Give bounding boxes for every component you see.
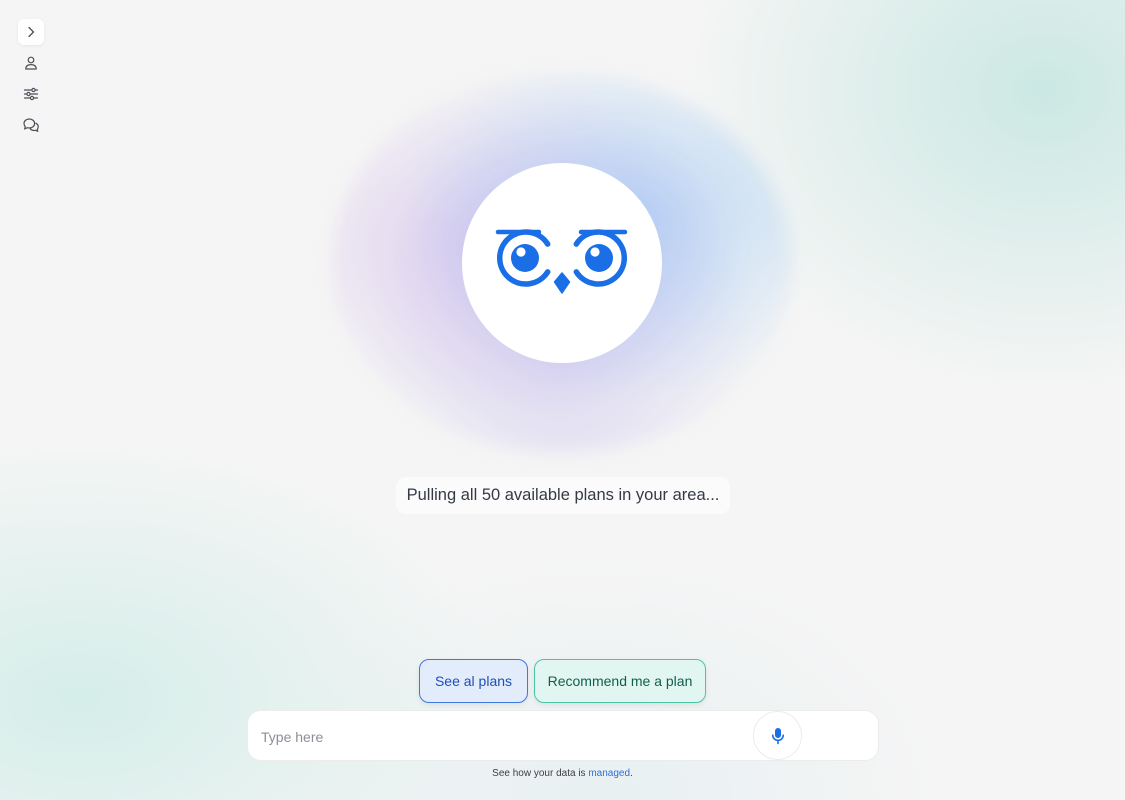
recommend-plan-button[interactable]: Recommend me a plan xyxy=(534,659,706,703)
data-policy-link[interactable]: managed xyxy=(588,768,630,779)
owl-icon xyxy=(495,229,628,294)
data-policy-note: See how your data is managed. xyxy=(0,768,1125,779)
user-icon xyxy=(25,56,37,70)
sidebar xyxy=(18,19,44,143)
microphone-button[interactable] xyxy=(753,711,802,760)
assistant-avatar xyxy=(462,163,662,363)
filters-button[interactable] xyxy=(18,81,44,107)
data-policy-suffix: . xyxy=(630,768,633,779)
chat-icon xyxy=(23,118,39,132)
status-message: Pulling all 50 available plans in your a… xyxy=(396,477,730,514)
expand-sidebar-button[interactable] xyxy=(18,19,44,45)
message-input[interactable] xyxy=(259,711,743,762)
profile-button[interactable] xyxy=(18,50,44,76)
chat-input-bar xyxy=(247,710,879,762)
data-policy-text: See how your data is xyxy=(492,768,589,779)
sliders-icon xyxy=(23,87,39,101)
chevron-right-icon xyxy=(28,26,35,38)
see-all-plans-button[interactable]: See al plans xyxy=(419,659,528,703)
chats-button[interactable] xyxy=(18,112,44,138)
microphone-icon xyxy=(771,727,784,744)
